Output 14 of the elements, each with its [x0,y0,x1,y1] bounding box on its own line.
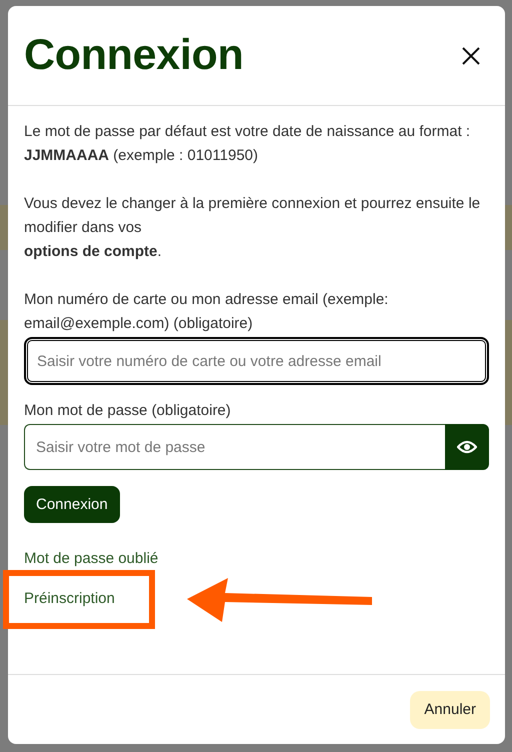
password-field[interactable]: Saisir votre mot de passe [24,424,445,470]
close-icon [462,46,480,64]
show-password-button[interactable] [445,424,489,470]
input-field[interactable]: Saisir votre numéro de carte ou votre adresse email [24,337,489,385]
field-label: Mon numéro de carte ou mon adresse email (exemple: email@exemple.com) (obligatoire) [24,290,390,334]
login-button[interactable]: Connexion [24,486,120,523]
cancel-button[interactable]: Annuler [410,690,490,728]
link[interactable]: Mot de passe oublié [24,550,158,567]
eye-icon [457,440,477,454]
info-paragraph: Le mot de passe par défaut est votre date de naissance au format : JJMMAAAA (exemple : 01011950) [24,122,472,166]
link[interactable]: Préinscription [24,590,115,607]
dialog-title: Connexion [24,31,244,80]
field-label: Mon mot de passe (obligatoire) [24,401,232,421]
info-paragraph: Vous devez le changer à la première connexion et pourrez ensuite le modifier dans vos options de compte. [24,194,482,262]
